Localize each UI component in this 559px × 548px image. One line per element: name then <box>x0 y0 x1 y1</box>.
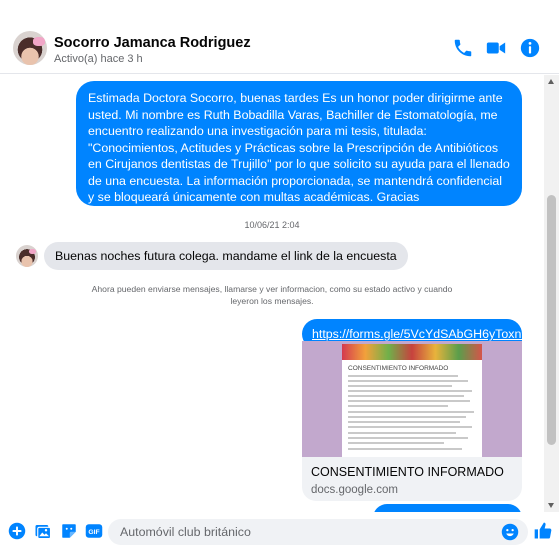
sticker-icon[interactable] <box>60 522 78 540</box>
scroll-thumb[interactable] <box>547 195 556 445</box>
conversation-header: Socorro Jamanca Rodriguez Activo(a) hace… <box>0 24 559 74</box>
gif-icon[interactable]: GIF <box>85 522 103 540</box>
contact-avatar[interactable] <box>13 31 47 65</box>
link-preview-title: CONSENTIMIENTO INFORMADO <box>311 465 504 479</box>
message-input[interactable]: Automóvil club británico <box>108 519 528 545</box>
video-icon[interactable] <box>485 37 507 59</box>
scroll-up-arrow[interactable] <box>548 79 554 84</box>
message-input-placeholder: Automóvil club británico <box>120 525 251 539</box>
svg-text:GIF: GIF <box>88 529 99 536</box>
link-preview-domain: docs.google.com <box>311 484 398 496</box>
document-heading: CONSENTIMIENTO INFORMADO <box>348 365 449 372</box>
outgoing-message[interactable]: Estimada Doctora Socorro, buenas tardes … <box>76 81 522 206</box>
like-icon[interactable] <box>533 521 553 541</box>
emoji-icon[interactable] <box>501 523 519 541</box>
link-preview-card[interactable]: CONSENTIMIENTO INFORMADO CONSENTIMIENTO … <box>302 341 522 501</box>
contact-name[interactable]: Socorro Jamanca Rodriguez <box>54 35 251 51</box>
contact-avatar-small[interactable] <box>16 245 38 267</box>
document-banner <box>342 344 482 360</box>
photo-icon[interactable] <box>34 522 52 540</box>
document-thumbnail: CONSENTIMIENTO INFORMADO <box>342 344 482 457</box>
contact-status: Activo(a) hace 3 h <box>54 53 143 65</box>
message-composer: GIF Automóvil club británico <box>0 513 559 548</box>
phone-icon[interactable] <box>452 37 474 59</box>
message-list[interactable]: Estimada Doctora Socorro, buenas tardes … <box>0 75 544 512</box>
scroll-down-arrow[interactable] <box>548 503 554 508</box>
incoming-message[interactable]: Buenas noches futura colega. mandame el … <box>44 242 408 270</box>
info-icon[interactable] <box>519 37 541 59</box>
plus-circle-icon[interactable] <box>8 522 26 540</box>
message-timestamp: 10/06/21 2:04 <box>244 220 300 230</box>
outgoing-message-partial[interactable] <box>373 504 522 512</box>
privacy-notice: Ahora pueden enviarse mensajes, llamarse… <box>91 284 453 306</box>
link-preview-image: CONSENTIMIENTO INFORMADO <box>302 341 522 457</box>
message-scrollbar[interactable] <box>544 75 559 512</box>
